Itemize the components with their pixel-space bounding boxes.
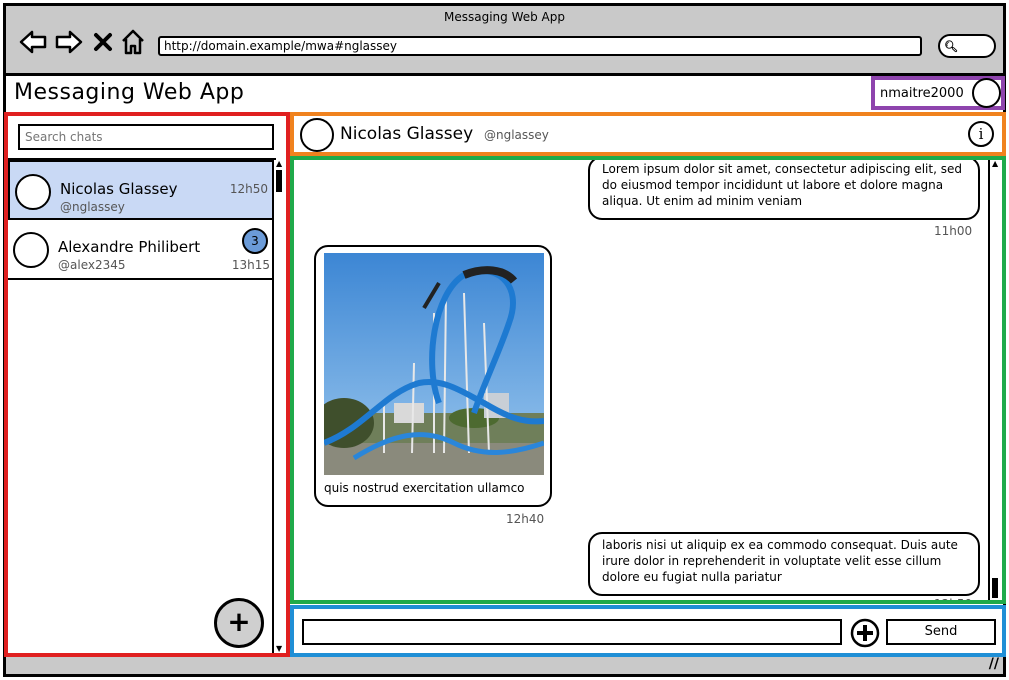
plus-icon: +	[227, 605, 251, 638]
message-time: 12h40	[506, 512, 545, 526]
scroll-down-icon[interactable]: ▼	[276, 645, 282, 653]
user-menu[interactable]: nmaitre2000	[871, 76, 1005, 110]
contact-name: Nicolas Glassey	[340, 124, 474, 144]
message-input[interactable]	[302, 619, 842, 645]
scrollbar-thumb[interactable]	[276, 170, 282, 192]
chat-name: Nicolas Glassey	[60, 180, 178, 198]
scroll-up-icon[interactable]: ▲	[992, 160, 998, 168]
roller-coaster-photo[interactable]	[324, 253, 544, 475]
back-arrow-icon[interactable]	[18, 28, 48, 56]
chat-handle: @alex2345	[58, 258, 126, 272]
contact-handle: @nglassey	[484, 128, 549, 142]
scroll-up-icon[interactable]: ▲	[276, 160, 282, 168]
scrollbar-thumb[interactable]	[992, 578, 998, 598]
chat-time: 13h15	[231, 258, 270, 272]
message-time: 12h50	[934, 597, 973, 604]
message-text: Lorem ipsum dolor sit amet, consectetur …	[602, 162, 962, 208]
status-bar: //	[6, 654, 1003, 674]
home-icon[interactable]	[120, 28, 146, 56]
resize-grip-icon[interactable]: //	[989, 656, 999, 672]
info-icon[interactable]: i	[968, 121, 994, 147]
chat-header: Nicolas Glassey @nglassey i	[290, 112, 1006, 156]
app-title: Messaging Web App	[14, 80, 245, 105]
messages-scrollbar[interactable]: ▲	[988, 160, 1002, 600]
chat-sidebar: Nicolas Glassey @nglassey 12h50 Alexandr…	[4, 112, 290, 657]
avatar	[300, 118, 334, 152]
avatar	[13, 232, 49, 268]
browser-toolbar: Messaging Web App http://domain.example/…	[6, 6, 1003, 76]
chat-name: Alexandre Philibert	[58, 238, 201, 256]
message-composer: Send	[290, 605, 1006, 657]
message-bubble: Lorem ipsum dolor sit amet, consectetur …	[588, 160, 980, 220]
chat-list: Nicolas Glassey @nglassey 12h50 Alexandr…	[8, 160, 274, 280]
message-text: laboris nisi ut aliquip ex ea commodo co…	[602, 538, 958, 584]
username: nmaitre2000	[880, 85, 964, 101]
window-title: Messaging Web App	[443, 10, 565, 24]
search-icon: 🔍︎	[944, 40, 958, 53]
chat-time: 12h50	[229, 182, 268, 196]
forward-arrow-icon[interactable]	[54, 28, 84, 56]
avatar	[15, 174, 51, 210]
sidebar-scrollbar[interactable]: ▲ ▼	[272, 160, 286, 653]
chat-item-alexandre-philibert[interactable]: Alexandre Philibert @alex2345 3 13h15	[8, 220, 274, 280]
image-caption: quis nostrud exercitation ullamco	[324, 481, 525, 495]
chat-item-nicolas-glassey[interactable]: Nicolas Glassey @nglassey 12h50	[8, 160, 274, 220]
search-chats-input[interactable]	[18, 124, 274, 150]
new-chat-button[interactable]: +	[214, 598, 264, 648]
chat-handle: @nglassey	[60, 200, 125, 214]
address-bar[interactable]: http://domain.example/mwa#nglassey	[158, 36, 922, 56]
message-time: 11h00	[934, 224, 973, 238]
send-button[interactable]: Send	[886, 619, 996, 645]
message-bubble: laboris nisi ut aliquip ex ea commodo co…	[588, 532, 980, 596]
unread-badge: 3	[242, 228, 268, 254]
user-avatar[interactable]	[971, 78, 1001, 108]
image-message-bubble[interactable]: quis nostrud exercitation ullamco	[314, 245, 552, 507]
message-thread: Lorem ipsum dolor sit amet, consectetur …	[290, 156, 1006, 604]
stop-icon[interactable]	[92, 28, 114, 56]
browser-search-box[interactable]: 🔍︎	[938, 34, 996, 58]
plus-circle-icon[interactable]	[850, 618, 880, 648]
